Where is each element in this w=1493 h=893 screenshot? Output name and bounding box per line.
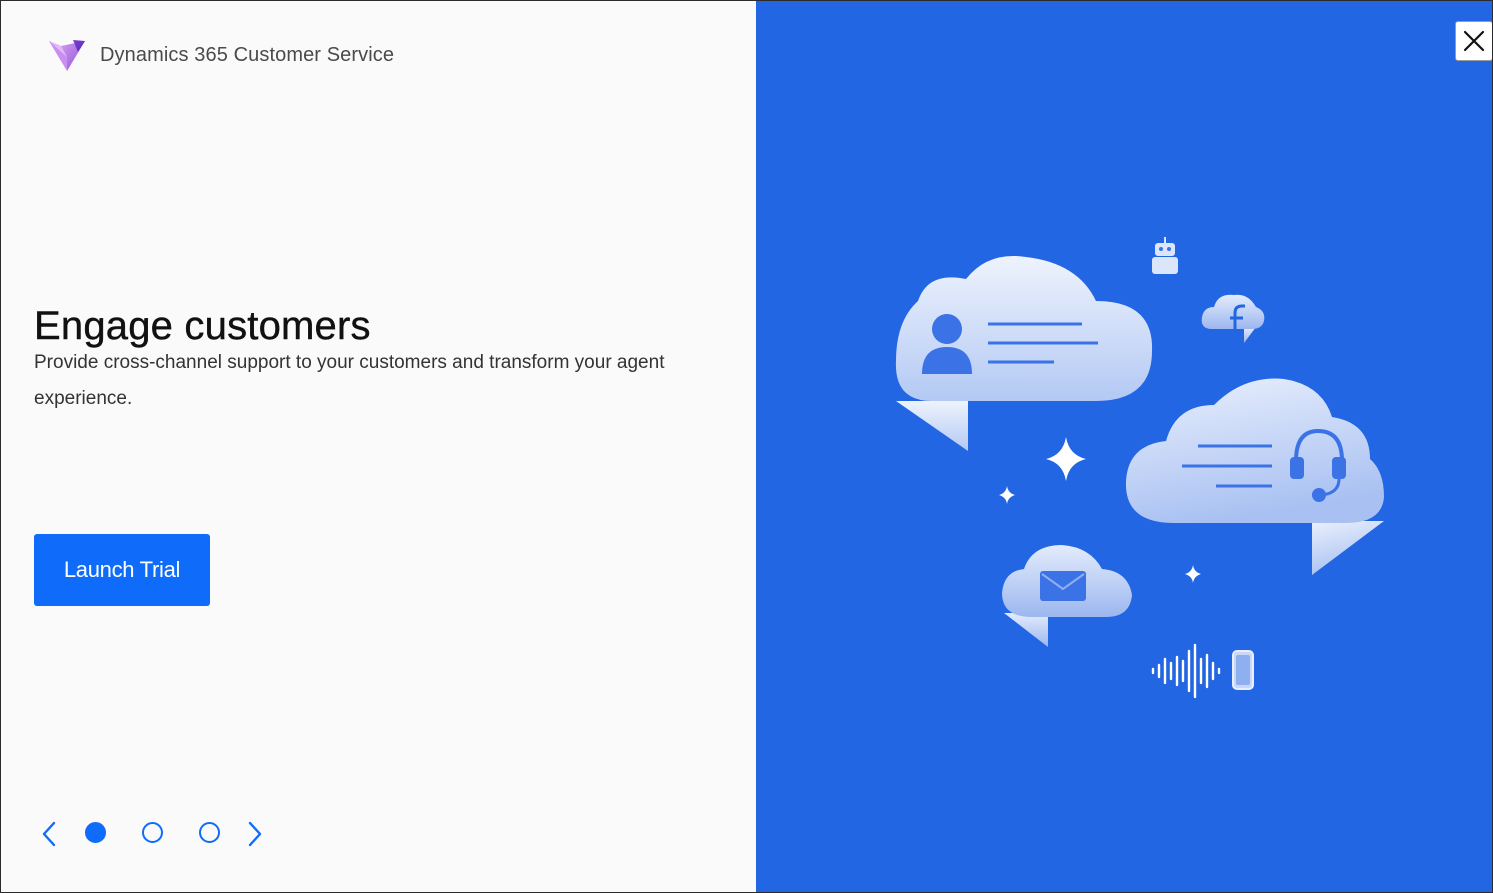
launch-trial-button[interactable]: Launch Trial <box>34 534 210 606</box>
left-panel: Dynamics 365 Customer Service Engage cus… <box>1 1 756 892</box>
pager-dot-3[interactable] <box>199 822 220 843</box>
dialog: Dynamics 365 Customer Service Engage cus… <box>0 0 1493 893</box>
brand-name: Dynamics 365 Customer Service <box>100 43 395 66</box>
illustration-panel <box>756 1 1492 892</box>
slide-title: Engage customers <box>34 304 371 348</box>
close-button[interactable] <box>1455 21 1492 61</box>
next-slide-button[interactable] <box>243 820 265 848</box>
chevron-right-icon <box>248 821 262 847</box>
pager-dot-2[interactable] <box>142 822 163 843</box>
pager-dot-1[interactable] <box>85 822 106 843</box>
close-icon <box>1463 30 1485 52</box>
chat-cloud-mail <box>1002 545 1132 647</box>
slide-description: Provide cross-channel support to your cu… <box>34 352 665 409</box>
chevron-left-icon <box>42 821 56 847</box>
soundwave-icon <box>1151 643 1221 699</box>
customer-engagement-illustration <box>895 237 1384 699</box>
mail-icon <box>1040 571 1086 601</box>
chat-cloud-agent <box>1125 378 1384 575</box>
robot-icon <box>1152 237 1178 274</box>
dynamics-heart-logo-icon <box>49 40 85 71</box>
facebook-icon <box>1201 294 1265 343</box>
previous-slide-button[interactable] <box>39 820 61 848</box>
phone-icon <box>1232 650 1254 690</box>
brand-header: Dynamics 365 Customer Service <box>47 37 394 73</box>
chat-cloud-customer <box>895 255 1153 451</box>
